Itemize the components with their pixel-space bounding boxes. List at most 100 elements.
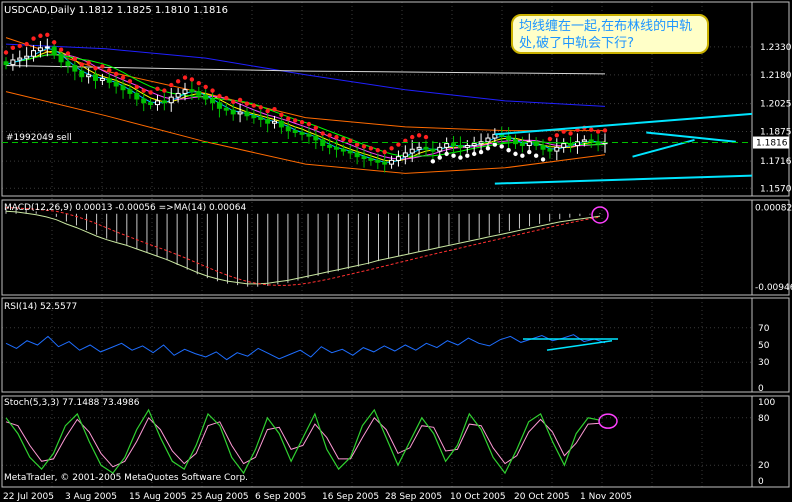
candle-body — [65, 61, 71, 67]
panel-frame-macd — [1, 199, 790, 296]
candle-body — [485, 137, 491, 143]
highlight-circle — [591, 206, 609, 224]
candle-body — [79, 70, 85, 78]
candle-body — [581, 139, 587, 143]
price-y-label: 1.1570 — [760, 184, 792, 194]
sar-dot — [513, 151, 518, 157]
sar-dot — [485, 146, 491, 151]
sar-dot — [389, 146, 394, 151]
macd-panel[interactable] — [5, 206, 609, 287]
sar-dot — [368, 146, 374, 151]
sar-dot — [51, 40, 57, 45]
price-y-label: 1.2330 — [760, 43, 792, 53]
sar-dot — [313, 125, 319, 131]
panel-frame-rsi — [1, 297, 790, 393]
sar-dot — [437, 155, 442, 160]
sar-dot — [203, 84, 208, 90]
sar-dot — [17, 43, 22, 49]
price-y-label: 1.1875 — [760, 128, 792, 138]
candle-body — [561, 143, 567, 148]
sar-dot — [589, 127, 594, 132]
candle-body — [168, 96, 174, 104]
candle-body — [161, 100, 167, 104]
rsi-y-label: 70 — [758, 324, 770, 334]
candle-body — [258, 117, 264, 120]
stoch-main-line — [5, 408, 601, 475]
sar-dot — [547, 136, 553, 142]
sar-dot — [341, 136, 346, 142]
candle-body — [568, 143, 574, 146]
x-tick-label: 15 Aug 2005 — [129, 492, 187, 502]
sar-dot — [93, 66, 98, 71]
candle-body — [299, 131, 305, 135]
x-tick-label: 25 Aug 2005 — [191, 492, 249, 502]
x-tick-label: 10 Oct 2005 — [450, 492, 506, 502]
x-tick-label: 22 Jul 2005 — [3, 492, 54, 502]
candle-body — [148, 102, 154, 106]
last-price-label: 1.1816 — [756, 139, 788, 149]
sar-dot — [568, 131, 573, 136]
sar-dot — [499, 144, 504, 149]
sar-dot — [451, 153, 456, 158]
candle-body — [216, 102, 222, 109]
stoch-y-label: 80 — [758, 414, 770, 424]
rsi-trendline — [546, 339, 613, 351]
annotation-note: 均线缠在一起,在布林线的中轨处,破了中轨会下行? — [511, 14, 709, 54]
sar-dot — [506, 147, 511, 153]
sar-dot — [410, 134, 415, 140]
sar-dot — [465, 153, 470, 158]
sar-dot — [279, 112, 284, 118]
candle-body — [272, 120, 278, 124]
candle-body — [444, 143, 450, 148]
candle-body — [278, 120, 284, 128]
stoch-panel[interactable] — [5, 408, 618, 475]
candle-body — [210, 98, 216, 104]
candle-body — [588, 139, 594, 143]
copyright: MetaTrader, © 2001-2005 MetaQuotes Softw… — [4, 473, 248, 483]
candle-body — [175, 92, 181, 98]
candle-body — [24, 55, 30, 59]
x-tick-label: 16 Sep 2005 — [322, 492, 379, 502]
sar-dot — [258, 105, 263, 110]
sar-dot — [79, 62, 84, 67]
sar-dot — [527, 149, 532, 155]
trendline — [494, 174, 753, 185]
candle-body — [457, 145, 463, 148]
sar-dot — [375, 147, 380, 153]
rsi-line — [5, 334, 606, 361]
sar-dot — [217, 94, 222, 99]
candle-body — [333, 146, 339, 150]
sar-dot — [251, 103, 257, 108]
candle-body — [506, 135, 512, 141]
sar-dot — [492, 142, 498, 147]
candle-body — [464, 145, 470, 148]
axes: 22 Jul 2005 3 Aug 2005 15 Aug 2005 25 Aug 2… — [3, 43, 792, 502]
sar-dot — [72, 56, 78, 62]
candle-body — [72, 65, 78, 72]
candle-body — [389, 159, 395, 165]
rsi-y-label: 30 — [758, 358, 770, 368]
order-label: #1992049 sell — [6, 133, 72, 143]
candle-body — [512, 139, 518, 145]
candle-body — [423, 146, 429, 150]
candle-body — [127, 89, 133, 94]
price-y-label: 1.1716 — [760, 157, 792, 167]
sar-dot — [113, 71, 119, 77]
candle-body — [196, 91, 202, 96]
sar-dot — [3, 50, 9, 55]
sar-dot — [533, 153, 539, 158]
trading-chart[interactable]: 1.1816 22 Jul 2005 3 Aug 2005 15 Aug 2005 2… — [0, 0, 792, 502]
candle-body — [368, 158, 374, 161]
rsi-panel[interactable] — [5, 334, 618, 361]
sar-dot — [175, 79, 181, 84]
sar-dot — [272, 107, 277, 112]
price-title: USDCAD,Daily 1.1812 1.1825 1.1810 1.1816 — [4, 5, 228, 16]
sar-dot — [286, 116, 291, 121]
candle-body — [540, 145, 546, 150]
sar-dot — [120, 75, 126, 80]
sar-dot — [162, 88, 167, 93]
candle-body — [154, 100, 160, 106]
candle-body — [313, 135, 319, 141]
candle-body — [182, 89, 188, 94]
sar-dot — [540, 157, 546, 162]
